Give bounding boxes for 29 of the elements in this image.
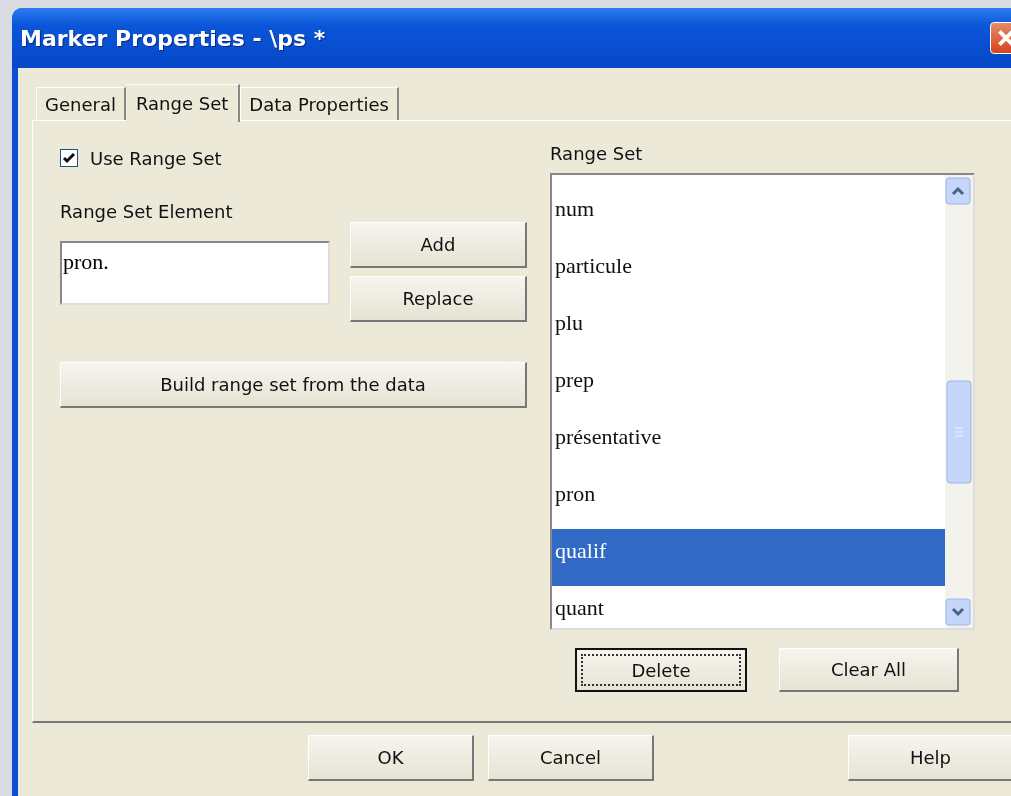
list-item[interactable]: présentative	[552, 415, 945, 472]
tab[interactable]: General	[36, 87, 126, 120]
tab[interactable]: Range Set	[125, 84, 241, 122]
list-label: Range Set	[550, 143, 644, 166]
build-button[interactable]: Build range set from the data	[60, 362, 527, 408]
replace-button[interactable]: Replace	[350, 276, 527, 322]
window-title: Marker Properties - \ps *	[20, 25, 326, 51]
clear-all-button[interactable]: Clear All	[779, 648, 959, 692]
range-set-list[interactable]: num particule plu prep présentative pron qualif quant	[550, 173, 975, 630]
scrollbar[interactable]	[945, 175, 973, 628]
scroll-up-icon[interactable]	[945, 177, 971, 205]
scroll-thumb[interactable]	[946, 380, 972, 484]
list-item[interactable]: num	[552, 187, 945, 244]
delete-button[interactable]: Delete	[575, 648, 747, 692]
list-item[interactable]: pron	[552, 472, 945, 529]
list-item[interactable]: particule	[552, 244, 945, 301]
list-item[interactable]: qualif	[552, 529, 945, 586]
ok-button[interactable]: OK	[308, 735, 474, 781]
help-button[interactable]: Help	[848, 735, 1011, 781]
cancel-button[interactable]: Cancel	[488, 735, 654, 781]
checkbox-label[interactable]: Use Range Set	[90, 147, 222, 169]
scroll-down-icon[interactable]	[945, 598, 971, 626]
tab[interactable]: Data Properties	[240, 87, 399, 120]
list-item[interactable]: prep	[552, 358, 945, 415]
field-label: Range Set Element	[60, 201, 234, 222]
input-field[interactable]: pron.	[60, 241, 330, 305]
checkbox[interactable]	[60, 149, 78, 167]
add-button[interactable]: Add	[350, 222, 527, 268]
list-item[interactable]: plu	[552, 301, 945, 358]
